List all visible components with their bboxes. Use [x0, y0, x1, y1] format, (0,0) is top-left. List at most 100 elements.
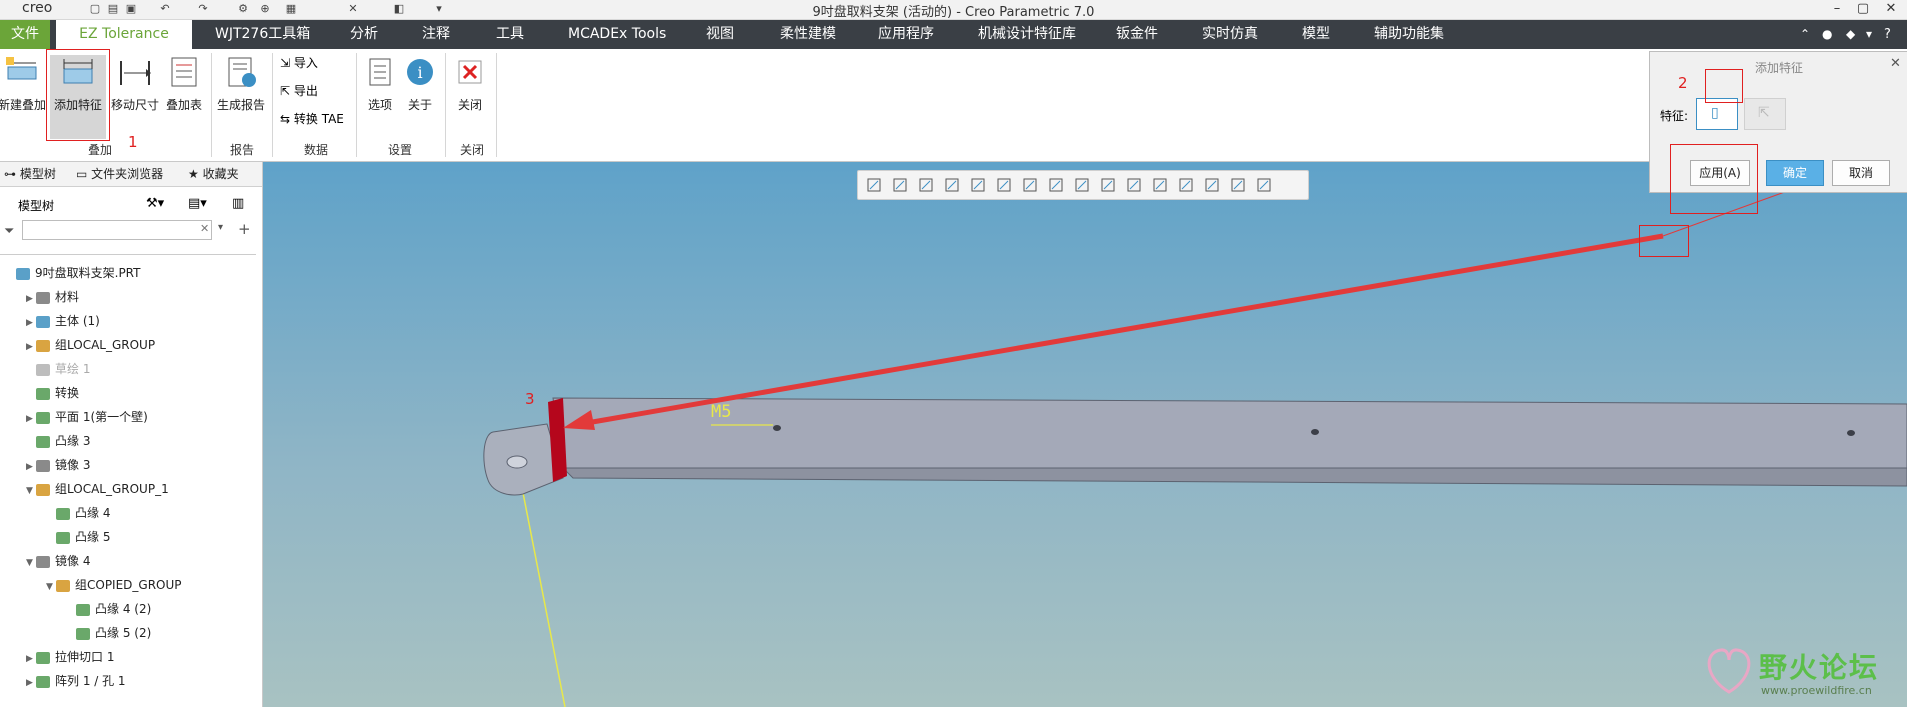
collapse-arrow-icon[interactable]: ▼	[26, 480, 36, 502]
tree-item[interactable]: ▼ 组LOCAL_GROUP_1	[0, 478, 169, 500]
expand-arrow-icon[interactable]: ▶	[26, 288, 36, 310]
filter-icon[interactable]: ⏷	[4, 224, 14, 239]
dropdown-icon[interactable]: ▾	[1866, 20, 1872, 49]
tree-item[interactable]: ▼ 组COPIED_GROUP	[0, 574, 182, 596]
collapse-arrow-icon[interactable]: ▼	[26, 552, 36, 574]
tab-mech-design-lib[interactable]: 机械设计特征库	[978, 20, 1076, 49]
new-stack-button[interactable]: 新建叠加	[0, 55, 46, 113]
tree-item[interactable]: 转换	[0, 382, 79, 404]
minimize-button[interactable]: –	[1826, 0, 1848, 18]
part-top-face[interactable]	[552, 397, 1907, 469]
tab-file[interactable]: 文件	[0, 20, 50, 49]
refit-icon[interactable]	[866, 177, 882, 193]
tree-columns-icon[interactable]: ▤▾	[188, 196, 207, 211]
pause-icon[interactable]	[1230, 177, 1246, 193]
tab-wjt276[interactable]: WJT276工具箱	[215, 20, 310, 49]
tree-item[interactable]: 凸缘 3	[0, 430, 90, 452]
tree-search-input[interactable]	[22, 220, 212, 240]
tab-sheetmetal[interactable]: 钣金件	[1116, 20, 1158, 49]
tree-show-icon[interactable]: ▥	[232, 196, 244, 211]
maximize-button[interactable]: ▢	[1852, 0, 1874, 18]
tab-flexible-modeling[interactable]: 柔性建模	[780, 20, 836, 49]
tree-item[interactable]: ▶ 组LOCAL_GROUP	[0, 334, 155, 356]
tree-item[interactable]: 草绘 1	[0, 358, 90, 380]
saved-views-icon[interactable]	[996, 177, 1012, 193]
tab-tools[interactable]: 工具	[496, 20, 524, 49]
tab-mcadex[interactable]: MCADEx Tools	[568, 20, 666, 49]
datum-display-icon[interactable]	[1048, 177, 1064, 193]
options-button[interactable]: 选项	[362, 55, 398, 113]
tree-item[interactable]: 凸缘 4	[0, 502, 110, 524]
tree-item[interactable]: ▶ 阵列 1 / 孔 1	[0, 670, 126, 692]
feature-icon	[36, 435, 50, 448]
collapse-arrow-icon[interactable]: ▼	[46, 576, 56, 598]
annotation-number-2: 2	[1678, 74, 1688, 92]
tab-model[interactable]: 模型	[1302, 20, 1330, 49]
convert-tae-button[interactable]: ⇆ 转换 TAE	[280, 111, 344, 127]
tab-applications[interactable]: 应用程序	[878, 20, 934, 49]
learning-icon[interactable]: ◆	[1846, 20, 1855, 49]
add-filter-icon[interactable]: +	[238, 220, 251, 238]
tab-model-tree[interactable]: ⊶ 模型树	[4, 165, 56, 182]
close-button[interactable]: ✕	[1880, 0, 1902, 18]
tab-ez-tolerance[interactable]: EZ Tolerance	[56, 20, 192, 49]
tab-realtime-sim[interactable]: 实时仿真	[1202, 20, 1258, 49]
help-icon[interactable]: ?	[1884, 20, 1891, 49]
move-dimension-button[interactable]: 移动尺寸	[110, 55, 160, 113]
display-style-icon[interactable]	[1022, 177, 1038, 193]
part-side-face	[561, 467, 1907, 487]
tree-item-label: 镜像 4	[55, 554, 91, 568]
axis-display-icon[interactable]	[1100, 177, 1116, 193]
expand-arrow-icon[interactable]: ▶	[26, 672, 36, 694]
background-icon[interactable]	[1256, 177, 1272, 193]
cancel-button[interactable]: 取消	[1832, 160, 1890, 186]
about-button[interactable]: i 关于	[402, 55, 438, 113]
ok-button[interactable]: 确定	[1766, 160, 1824, 186]
tab-annotate[interactable]: 注释	[422, 20, 450, 49]
stack-table-icon	[171, 57, 197, 87]
tree-item[interactable]: ▶ 镜像 3	[0, 454, 90, 476]
tree-item[interactable]: ▶ 平面 1(第一个壁)	[0, 406, 148, 428]
stack-table-button[interactable]: 叠加表	[162, 55, 206, 113]
point-display-icon[interactable]	[1126, 177, 1142, 193]
collapse-ribbon-icon[interactable]: ⌃	[1800, 20, 1810, 49]
select-button[interactable]: ⇱	[1744, 98, 1786, 130]
spin-center-icon[interactable]	[1204, 177, 1220, 193]
user-icon[interactable]: ●	[1822, 20, 1832, 49]
import-button[interactable]: ⇲ 导入	[280, 55, 344, 71]
tree-item[interactable]: ▶ 材料	[0, 286, 79, 308]
tree-item[interactable]: ▼ 镜像 4	[0, 550, 90, 572]
expand-arrow-icon[interactable]: ▶	[26, 456, 36, 478]
tree-item[interactable]: 凸缘 4 (2)	[0, 598, 151, 620]
view-orient-icon[interactable]	[970, 177, 986, 193]
tree-item[interactable]: 凸缘 5 (2)	[0, 622, 151, 644]
export-button[interactable]: ⇱ 导出	[280, 83, 344, 99]
tree-item[interactable]: ▶ 拉伸切口 1	[0, 646, 114, 668]
expand-arrow-icon[interactable]: ▶	[26, 312, 36, 334]
expand-arrow-icon[interactable]: ▶	[26, 336, 36, 358]
zoom-out-icon[interactable]	[918, 177, 934, 193]
close-ribbon-button[interactable]: 关闭	[450, 55, 490, 113]
tree-item[interactable]: 凸缘 5	[0, 526, 110, 548]
tab-accessibility[interactable]: 辅助功能集	[1374, 20, 1444, 49]
tab-analysis[interactable]: 分析	[350, 20, 378, 49]
annotation-display-icon[interactable]	[1178, 177, 1194, 193]
tab-view[interactable]: 视图	[706, 20, 734, 49]
repaint-icon[interactable]	[944, 177, 960, 193]
tree-item[interactable]: ▶ 主体 (1)	[0, 310, 100, 332]
clear-search-icon[interactable]: ✕	[200, 222, 209, 235]
dialog-close-icon[interactable]: ✕	[1890, 56, 1901, 71]
search-dropdown-icon[interactable]: ▾	[218, 222, 223, 233]
plane-display-icon[interactable]	[1074, 177, 1090, 193]
zoom-in-icon[interactable]	[892, 177, 908, 193]
graphics-viewport[interactable]: M5 3 野火论坛 www.proewildfire.cn	[263, 162, 1907, 707]
csys-display-icon[interactable]	[1152, 177, 1168, 193]
tab-favorites[interactable]: ★ 收藏夹	[188, 165, 239, 182]
feature-icon	[36, 411, 50, 424]
tab-folder-browser[interactable]: ▭ 文件夹浏览器	[76, 165, 163, 182]
tree-item[interactable]: 9吋盘取料支架.PRT	[0, 262, 140, 284]
expand-arrow-icon[interactable]: ▶	[26, 408, 36, 430]
tree-settings-icon[interactable]: ⚒▾	[146, 196, 164, 211]
expand-arrow-icon[interactable]: ▶	[26, 648, 36, 670]
generate-report-button[interactable]: 生成报告	[214, 55, 268, 113]
